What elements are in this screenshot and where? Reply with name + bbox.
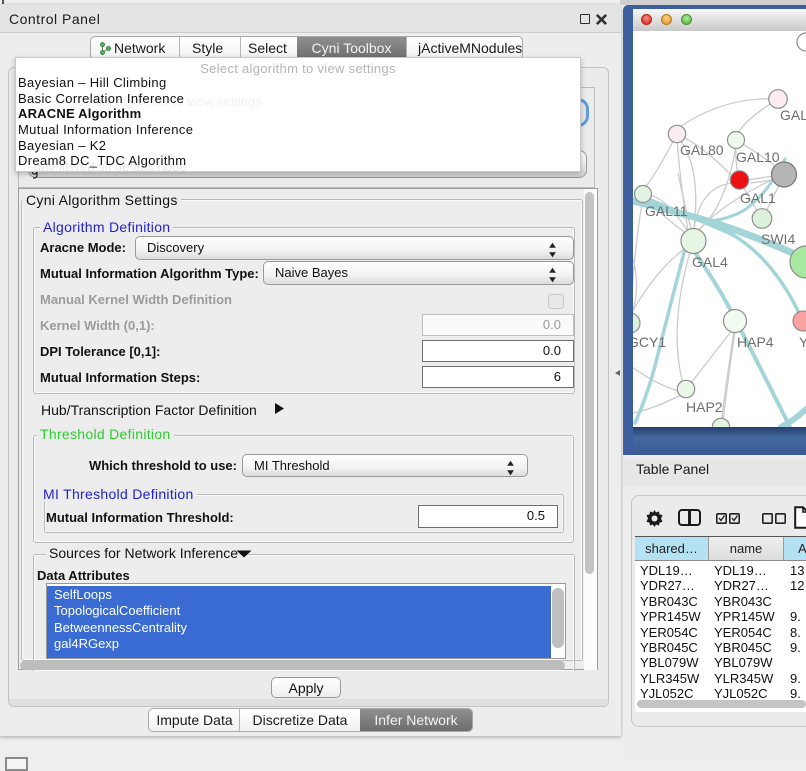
svg-text:GCY1: GCY1 [633, 334, 666, 350]
svg-text:SWI4: SWI4 [761, 231, 795, 247]
svg-text:GAL1: GAL1 [740, 190, 776, 206]
svg-text:GAL11: GAL11 [645, 203, 688, 219]
svg-text:GAL80: GAL80 [680, 142, 724, 158]
svg-text:HAP4: HAP4 [737, 334, 774, 350]
svg-text:GAL: GAL [780, 107, 806, 123]
svg-text:GAL10: GAL10 [736, 149, 780, 165]
svg-text:GAL4: GAL4 [692, 254, 728, 270]
svg-text:Y: Y [799, 334, 806, 350]
svg-text:HAP2: HAP2 [686, 399, 723, 415]
